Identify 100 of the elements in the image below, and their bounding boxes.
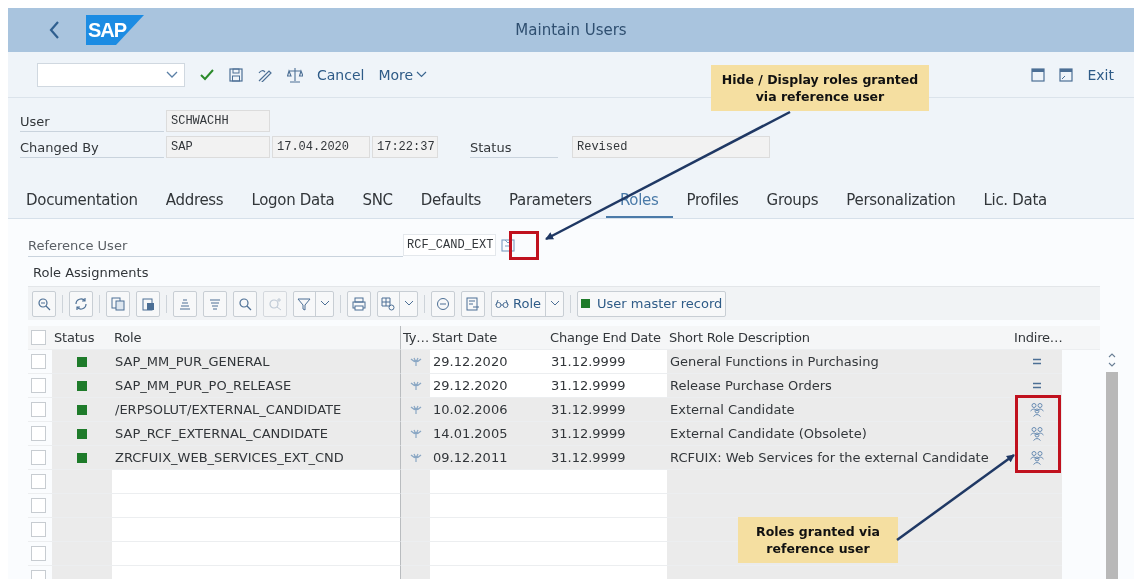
caret-icon[interactable] [166,70,178,79]
table-cell: 14.01.2005 [430,422,548,446]
tab[interactable]: Parameters [495,184,606,218]
search-icon [238,296,252,311]
row-checkbox[interactable] [31,426,46,441]
copy-icon [111,296,125,311]
sort-ascending-icon [178,296,192,311]
field-label: Status [470,138,558,158]
sort-descending-button[interactable] [203,290,227,317]
check-icon[interactable] [199,67,215,82]
exit-button[interactable]: Exit [1087,66,1114,83]
row-checkbox[interactable] [31,450,46,465]
row-checkbox[interactable] [31,402,46,417]
window-icon[interactable] [1059,67,1074,82]
section-title: Role Assignments [33,265,150,280]
table-cell: SAP_RCF_EXTERNAL_CANDIDATE [112,422,400,446]
table-cell: 29.12.2020 [430,350,548,374]
paste-button[interactable] [136,290,160,317]
tab[interactable]: Personalization [832,184,970,218]
time-field: 17:22:37 [372,136,438,158]
row-checkbox[interactable] [31,498,46,513]
table-cell: 31.12.9999 [548,398,667,422]
tab[interactable]: Documentation [12,184,152,218]
table-cell: General Functions in Purchasing [667,350,1012,374]
square-icon [581,299,590,308]
column-header[interactable]: Change End Date [548,326,667,350]
table-cell: 29.12.2020 [430,374,548,398]
column-header[interactable]: Ty… [400,326,430,350]
cancel-button[interactable]: Cancel [317,66,365,83]
tab[interactable]: Address [151,184,238,218]
window-title: Maintain Users [515,21,627,39]
user-master-record-button[interactable]: User master record [577,290,727,317]
table-cell: External Candidate (Obsolete) [667,422,1012,446]
scale-icon[interactable] [287,66,303,83]
role-type-icon [409,404,422,415]
select-all-checkbox[interactable] [31,330,46,345]
grid-icon [381,296,395,311]
table-cell: 31.12.9999 [548,374,667,398]
back-icon[interactable] [48,20,60,40]
filter-button[interactable] [293,290,334,317]
row-checkbox[interactable] [31,378,46,393]
caret-icon [404,300,414,307]
column-header[interactable]: Status [52,326,112,350]
glasses-icon [495,298,509,309]
role-button[interactable]: Role [491,290,564,317]
tab[interactable]: Lic. Data [969,184,1061,218]
column-header[interactable]: Start Date [430,326,548,350]
users-icon [1029,450,1045,465]
table-cell: SAP_MM_PUR_GENERAL [112,350,400,374]
equals-icon [1032,358,1042,365]
details-button[interactable] [32,290,56,317]
tab[interactable]: Groups [752,184,833,218]
command-field[interactable] [37,62,185,87]
role-type-icon [409,380,422,391]
scroll-thumb[interactable] [1106,372,1118,579]
row-checkbox[interactable] [31,522,46,537]
caret-icon [320,300,330,307]
table-cell: Release Purchase Orders [667,374,1012,398]
zoom-icon [37,296,51,311]
tab[interactable]: Profiles [672,184,753,218]
tray-icon[interactable] [501,238,516,252]
column-header[interactable]: Short Role Description [667,326,1012,350]
row-checkbox[interactable] [31,354,46,369]
changed-by-field: SAP [166,136,270,158]
table-cell: 10.02.2006 [430,398,548,422]
scrollbar[interactable] [1104,350,1120,579]
table-cell: /ERPSOLUT/EXTERNAL_CANDIDATE [112,398,400,422]
status-field: Revised [572,136,770,158]
reference-user-field[interactable]: RCF_CAND_EXT [403,234,497,256]
column-header[interactable]: Indire… [1012,326,1062,350]
table-cell: 31.12.9999 [548,446,667,470]
print-button[interactable] [347,290,371,317]
printer-icon [352,296,366,311]
role-type-icon [409,452,422,463]
tab[interactable]: SNC [348,184,407,218]
export-button[interactable] [461,290,485,317]
users-icon [1029,402,1045,417]
callout-note: Roles granted via reference user [738,517,898,563]
caret-icon [416,71,428,78]
more-button[interactable]: More [378,66,428,83]
users-icon [1029,426,1045,441]
column-header[interactable]: Role [112,326,400,350]
row-checkbox[interactable] [31,474,46,489]
filter-icon [297,296,311,311]
layout-button[interactable] [377,290,418,317]
copy-button[interactable] [106,290,130,317]
tab[interactable]: Defaults [406,184,495,218]
clipboard-icon [141,296,155,311]
remove-button[interactable] [431,290,455,317]
row-checkbox[interactable] [31,546,46,561]
role-type-icon [409,428,422,439]
sort-ascending-button[interactable] [173,290,197,317]
save-icon[interactable] [229,67,243,82]
window-icon[interactable] [1031,67,1046,82]
refresh-button[interactable] [69,290,93,317]
search-button[interactable] [233,290,257,317]
user-field: SCHWACHH [166,110,270,132]
tab[interactable]: Logon Data [237,184,349,218]
search-next-button[interactable] [263,290,287,317]
pencil-icon[interactable] [257,67,273,82]
